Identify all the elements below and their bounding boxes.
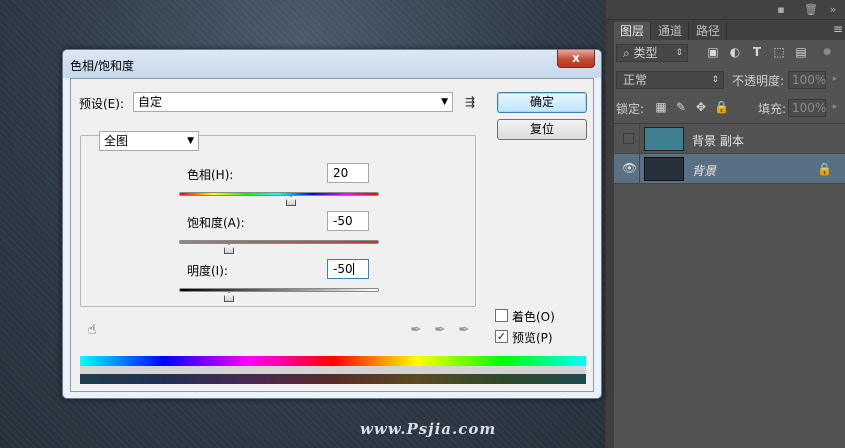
layer-thumbnail [644,157,684,181]
lock-label: 锁定: [616,102,645,116]
fill-dropdown-icon[interactable]: ▸ [828,100,842,114]
lightness-label: 明度(I): [187,264,228,278]
color-bar-gap [80,366,586,374]
dialog-client-area: 预设(E): 自定 ▼ ⇶ 确定 复位 全图 ▼ 色相(H): 20 饱和度(A… [70,78,594,392]
visibility-toggle[interactable] [616,124,640,154]
collapse-panel-icon[interactable]: » [826,3,840,17]
preview-label: 预览(P) [512,331,553,345]
lock-brush-icon[interactable]: ✎ [674,100,688,114]
updown-icon: ⇕ [711,75,719,85]
filter-toggle-icon[interactable]: ● [820,45,834,59]
adjustment-group [80,135,476,307]
preset-options-icon[interactable]: ⇶ [461,93,479,111]
fill-label: 填充: [758,102,787,116]
watermark-text: www.Psjia.com [360,420,497,438]
input-color-bar [80,356,586,366]
hue-slider-track[interactable] [179,192,379,196]
saturation-input[interactable]: -50 [327,211,369,231]
eyedropper-icon[interactable]: ✒ [407,321,425,339]
eyedropper-plus-icon[interactable]: ✒ [431,321,449,339]
layer-row-background-copy[interactable]: 背景 副本 [614,124,845,154]
visibility-toggle[interactable]: 👁 [616,154,640,184]
updown-icon: ⇕ [675,48,683,58]
layer-row-background[interactable]: 👁 背景 🔒 [614,154,845,184]
fill-input[interactable]: 100% [788,99,826,117]
saturation-label: 饱和度(A): [187,216,245,230]
preview-checkbox[interactable]: ✓ [495,330,508,343]
hue-input[interactable]: 20 [327,163,369,183]
hue-saturation-dialog: 色相/饱和度 x 预设(E): 自定 ▼ ⇶ 确定 复位 全图 ▼ 色相(H):… [62,49,602,399]
layer-thumbnail [644,127,684,151]
layer-lock-icon: 🔒 [817,162,832,176]
eye-icon: 👁 [622,161,638,175]
preset-dropdown[interactable]: 自定 ▼ [133,92,453,112]
lightness-slider-track[interactable] [179,288,379,292]
new-layer-icon[interactable]: ▪ [774,3,788,17]
colorize-checkbox[interactable] [495,309,508,322]
panel-dock-strip [606,20,614,448]
filter-adjustment-icon[interactable]: ◐ [728,45,742,59]
hidden-eye-icon [623,133,634,144]
channel-dropdown[interactable]: 全图 ▼ [99,131,199,151]
layer-name: 背景 副本 [692,134,744,148]
filter-shape-icon[interactable]: ⬚ [772,45,786,59]
colorize-label: 着色(O) [512,310,555,324]
eyedropper-minus-icon[interactable]: ✒ [455,321,473,339]
panel-menu-icon[interactable]: ≡ [833,22,843,36]
filter-type-icon[interactable]: T [750,45,764,59]
dropdown-arrow-icon: ▼ [441,97,448,107]
panel-header-bar: ▪ 🗑 » [606,0,845,20]
trash-icon[interactable]: 🗑 [804,3,818,17]
tab-layers[interactable]: 图层 [614,22,652,40]
layers-panel: ▪ 🗑 » 图层 通道 路径 ≡ ⌕ 类型 ⇕ ▣ ◐ T ⬚ ▤ ● 正常 ⇕… [605,0,845,448]
blend-opacity-row: 正常 ⇕ 不透明度: 100% ▸ [614,67,845,93]
layer-filter-select[interactable]: ⌕ 类型 ⇕ [616,44,688,62]
reset-button[interactable]: 复位 [497,119,587,140]
preset-label: 预设(E): [79,97,124,111]
opacity-dropdown-icon[interactable]: ▸ [828,72,842,86]
hue-label: 色相(H): [187,168,234,182]
text-caret [352,263,354,275]
opacity-label: 不透明度: [732,74,785,88]
output-color-bar [80,374,586,384]
panel-tabs: 图层 通道 路径 [614,20,845,40]
blend-mode-select[interactable]: 正常 ⇕ [616,71,724,89]
tab-paths[interactable]: 路径 [690,22,728,40]
dropdown-arrow-icon: ▼ [187,136,194,146]
tab-channels[interactable]: 通道 [652,22,690,40]
opacity-input[interactable]: 100% [788,71,826,89]
filter-smart-object-icon[interactable]: ▤ [794,45,808,59]
ok-button[interactable]: 确定 [497,92,587,113]
lightness-input[interactable]: -50 [327,259,369,279]
lock-fill-row: 锁定: ▦ ✎ ✥ 🔒 填充: 100% ▸ [614,95,845,121]
layer-filter-row: ⌕ 类型 ⇕ ▣ ◐ T ⬚ ▤ ● [614,40,845,66]
layer-name: 背景 [692,164,717,178]
filter-pixel-icon[interactable]: ▣ [706,45,720,59]
search-icon: ⌕ [623,46,634,60]
lock-all-icon[interactable]: 🔒 [714,100,729,114]
dialog-title: 色相/饱和度 [70,59,135,73]
lock-move-icon[interactable]: ✥ [694,100,708,114]
lock-transparency-icon[interactable]: ▦ [654,100,668,114]
saturation-slider-track[interactable] [179,240,379,244]
targeted-adjustment-hand-icon[interactable]: ☝ [83,321,101,339]
dialog-titlebar[interactable]: 色相/饱和度 x [63,50,601,78]
close-button[interactable]: x [557,50,595,68]
